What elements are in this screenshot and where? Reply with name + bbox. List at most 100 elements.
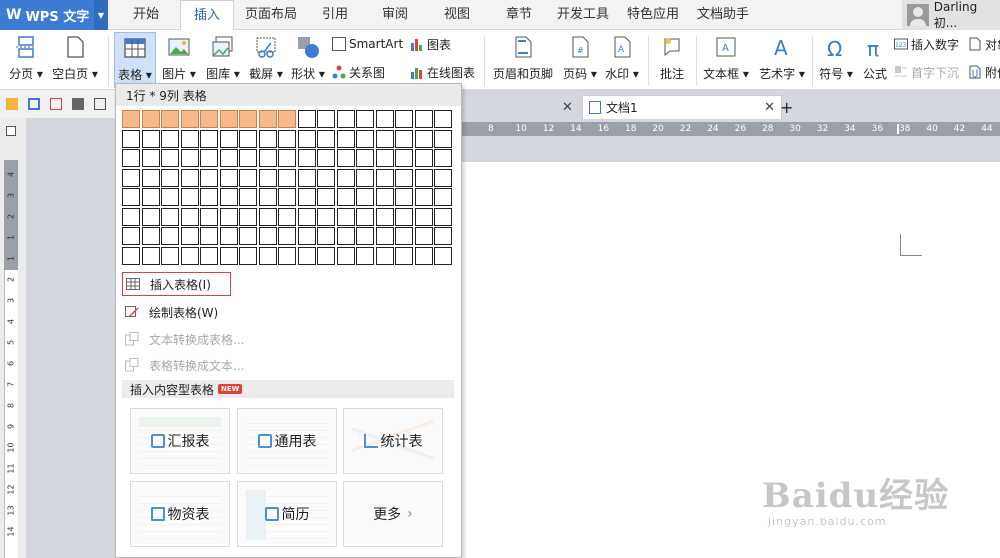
grid-cell[interactable] [356,246,374,265]
grid-cell[interactable] [161,168,179,187]
grid-cell[interactable] [297,188,316,206]
grid-cell[interactable] [161,129,179,148]
grid-cell[interactable] [200,227,218,245]
relation-chart-button[interactable]: 关系图 [332,62,385,82]
text-to-table-item[interactable]: 文本转换成表格... [122,327,244,351]
grid-cell[interactable] [122,227,140,245]
grid-cell[interactable] [239,188,257,206]
grid-cell[interactable] [200,207,218,226]
ruler-toggle-icon[interactable] [6,126,16,136]
grid-cell[interactable] [258,149,277,167]
grid-cell[interactable] [414,207,433,226]
grid-cell[interactable] [180,129,199,148]
grid-cell[interactable] [180,246,199,265]
print-preview-icon[interactable] [94,98,106,110]
grid-cell[interactable] [278,227,296,245]
formula-button[interactable]: π 公式 [858,32,892,88]
grid-cell[interactable] [395,246,413,265]
grid-cell[interactable] [200,110,218,128]
grid-cell[interactable] [180,168,199,187]
grid-cell[interactable] [356,149,374,167]
table-size-grid[interactable] [122,110,452,265]
grid-cell[interactable] [336,188,355,206]
grid-cell[interactable] [278,246,296,265]
grid-cell[interactable] [258,246,277,265]
resume-table-card[interactable]: 简历 [237,481,337,547]
grid-cell[interactable] [122,207,140,226]
grid-cell[interactable] [395,149,413,167]
new-tab-button[interactable]: + [780,95,793,119]
grid-cell[interactable] [395,188,413,206]
shapes-button[interactable]: 形状 ▾ [288,32,328,88]
insert-number-button[interactable]: 123 插入数字 [894,34,959,54]
grid-cell[interactable] [297,168,316,187]
grid-cell[interactable] [317,207,335,226]
grid-cell[interactable] [336,227,355,245]
grid-cell[interactable] [258,129,277,148]
grid-cell[interactable] [317,129,335,148]
grid-cell[interactable] [395,110,413,128]
grid-cell[interactable] [219,207,238,226]
tab-developer[interactable]: 开发工具 [554,0,612,30]
grid-cell[interactable] [180,188,199,206]
grid-cell[interactable] [434,207,452,226]
app-menu-button[interactable]: W WPS 文字 ▼ [0,0,108,30]
grid-cell[interactable] [297,110,316,128]
more-tables-card[interactable]: 更多 › [343,481,443,547]
grid-cell[interactable] [258,110,277,128]
grid-cell[interactable] [434,188,452,206]
grid-cell[interactable] [317,168,335,187]
grid-cell[interactable] [395,129,413,148]
grid-cell[interactable] [375,188,394,206]
page-number-button[interactable]: # 页码 ▾ [560,32,600,88]
tab-doc-assistant[interactable]: 文档助手 [694,0,752,30]
grid-cell[interactable] [219,246,238,265]
grid-cell[interactable] [414,246,433,265]
grid-cell[interactable] [356,129,374,148]
grid-cell[interactable] [317,110,335,128]
tab-view[interactable]: 视图 [436,0,478,30]
grid-cell[interactable] [375,207,394,226]
grid-cell[interactable] [219,129,238,148]
grid-cell[interactable] [239,129,257,148]
grid-cell[interactable] [336,168,355,187]
stats-table-card[interactable]: 统计表 [343,408,443,474]
header-footer-button[interactable]: 页眉和页脚 [490,32,556,88]
grid-cell[interactable] [219,227,238,245]
tab-start[interactable]: 开始 [125,0,167,30]
insert-table-item[interactable]: 插入表格(I) [122,272,231,296]
object-button[interactable]: 对象 [968,34,1000,54]
grid-cell[interactable] [200,246,218,265]
grid-cell[interactable] [200,129,218,148]
grid-cell[interactable] [317,246,335,265]
wordart-button[interactable]: A 艺术字 ▾ [756,32,808,88]
page-break-button[interactable]: 分页 ▾ [6,32,46,88]
grid-cell[interactable] [161,110,179,128]
grid-cell[interactable] [278,129,296,148]
grid-cell[interactable] [161,207,179,226]
grid-cell[interactable] [239,207,257,226]
draw-table-item[interactable]: 绘制表格(W) [122,300,218,324]
grid-cell[interactable] [180,110,199,128]
grid-cell[interactable] [434,246,452,265]
grid-cell[interactable] [317,188,335,206]
grid-cell[interactable] [434,129,452,148]
grid-cell[interactable] [161,227,179,245]
grid-cell[interactable] [278,168,296,187]
tab-close-prev[interactable]: ✕ [562,95,573,119]
grid-cell[interactable] [122,246,140,265]
grid-cell[interactable] [141,188,160,206]
grid-cell[interactable] [141,207,160,226]
grid-cell[interactable] [317,149,335,167]
grid-cell[interactable] [200,149,218,167]
grid-cell[interactable] [161,149,179,167]
grid-cell[interactable] [375,149,394,167]
grid-cell[interactable] [395,207,413,226]
grid-cell[interactable] [317,227,335,245]
dropcap-button[interactable]: 首字下沉 [894,62,959,82]
table-button[interactable]: 表格 ▾ [114,32,156,88]
comment-button[interactable]: 批注 [654,32,690,88]
grid-cell[interactable] [278,149,296,167]
grid-cell[interactable] [336,246,355,265]
close-icon[interactable]: ✕ [764,100,775,115]
